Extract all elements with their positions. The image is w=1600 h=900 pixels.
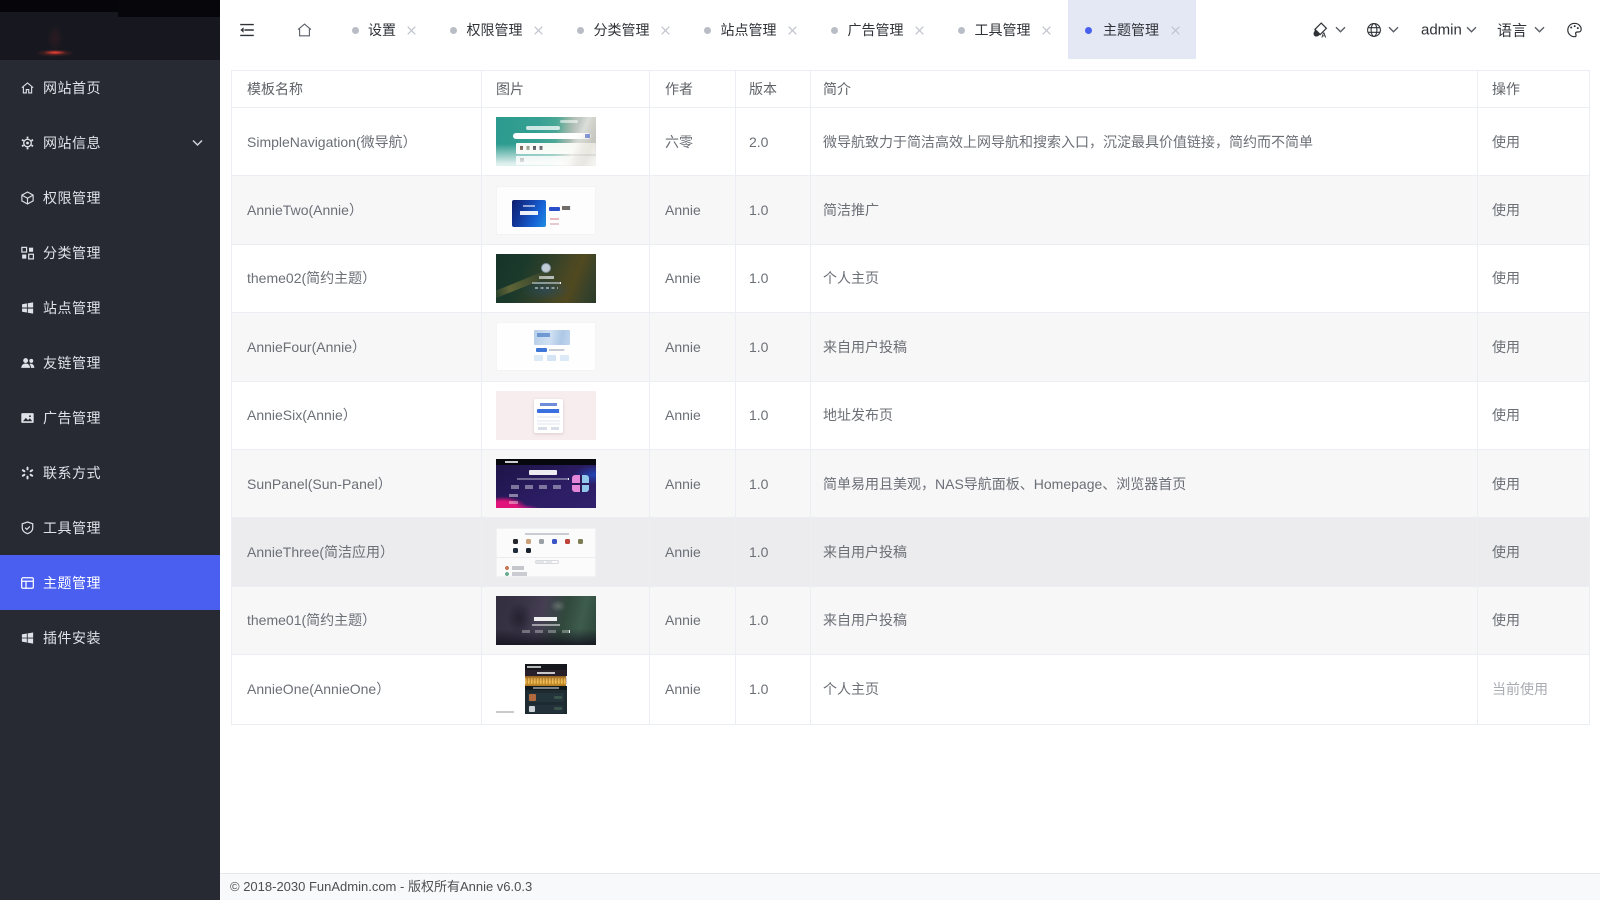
svg-text:A: A bbox=[1321, 33, 1326, 39]
